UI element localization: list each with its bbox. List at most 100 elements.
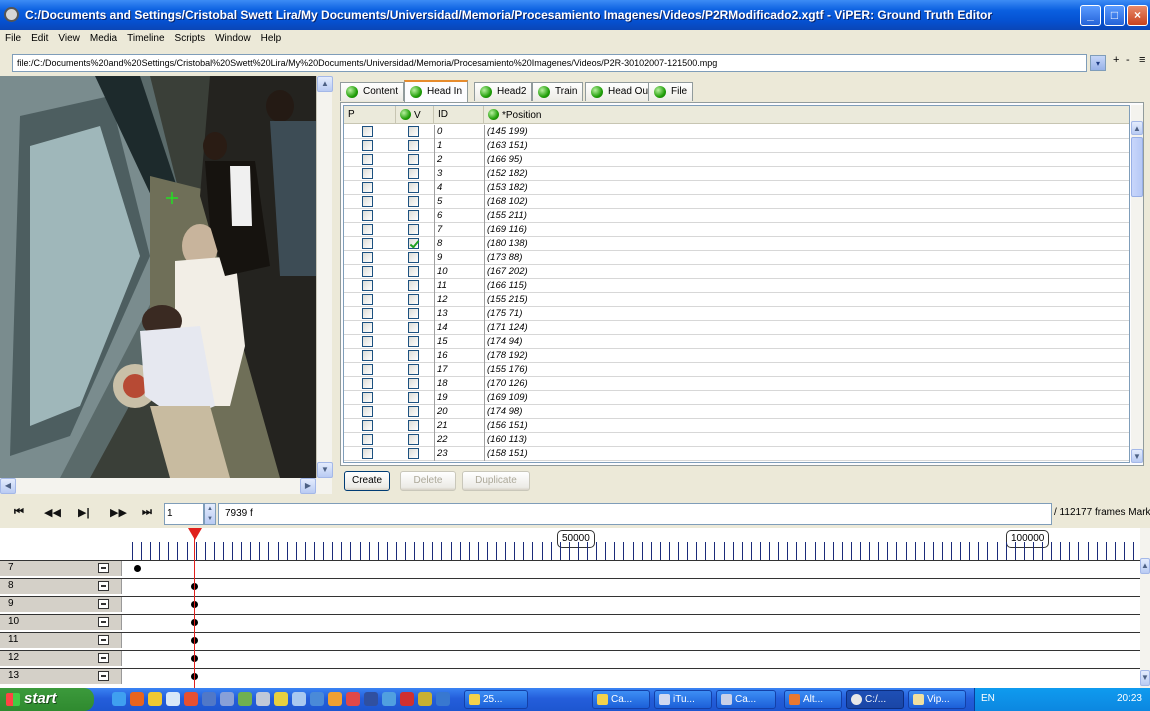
- taskbar-task-7[interactable]: Vip...: [908, 690, 966, 709]
- p-checkbox[interactable]: [362, 266, 373, 277]
- collapse-track-icon[interactable]: [98, 563, 109, 573]
- tab-content[interactable]: Content: [340, 82, 405, 101]
- p-checkbox[interactable]: [362, 322, 373, 333]
- collapse-track-icon[interactable]: [98, 671, 109, 681]
- column-header-p[interactable]: P: [344, 106, 396, 124]
- p-checkbox[interactable]: [362, 252, 373, 263]
- v-checkbox[interactable]: [408, 168, 419, 179]
- table-row[interactable]: 19 (169 109): [344, 391, 1129, 405]
- scroll-up-icon[interactable]: ▲: [1131, 121, 1143, 135]
- v-checkbox[interactable]: [408, 378, 419, 389]
- app-icon[interactable]: [274, 692, 288, 706]
- collapse-track-icon[interactable]: [98, 653, 109, 663]
- v-checkbox[interactable]: [408, 350, 419, 361]
- taskbar-task-6[interactable]: C:/...: [846, 690, 904, 709]
- column-header-id[interactable]: ID: [434, 106, 484, 124]
- app-icon[interactable]: [238, 692, 252, 706]
- table-row[interactable]: 2 (166 95): [344, 153, 1129, 167]
- p-checkbox[interactable]: [362, 448, 373, 459]
- v-checkbox[interactable]: [408, 406, 419, 417]
- p-checkbox[interactable]: [362, 364, 373, 375]
- app-icon[interactable]: [436, 692, 450, 706]
- table-row[interactable]: 18 (170 126): [344, 377, 1129, 391]
- v-checkbox[interactable]: [408, 364, 419, 375]
- table-row[interactable]: 12 (155 215): [344, 293, 1129, 307]
- table-row[interactable]: 7 (169 116): [344, 223, 1129, 237]
- v-checkbox[interactable]: [408, 238, 419, 249]
- app-icon[interactable]: [364, 692, 378, 706]
- p-checkbox[interactable]: [362, 154, 373, 165]
- scroll-up-icon[interactable]: ▲: [1140, 558, 1150, 574]
- app-icon[interactable]: [292, 692, 306, 706]
- table-row[interactable]: 10 (167 202): [344, 265, 1129, 279]
- app-icon[interactable]: [202, 692, 216, 706]
- p-checkbox[interactable]: [362, 126, 373, 137]
- close-button[interactable]: ×: [1127, 5, 1148, 26]
- app-icon[interactable]: [400, 692, 414, 706]
- v-checkbox[interactable]: [408, 210, 419, 221]
- video-frame[interactable]: [0, 76, 316, 478]
- menu-window[interactable]: Window: [210, 30, 256, 44]
- p-checkbox[interactable]: [362, 224, 373, 235]
- v-checkbox[interactable]: [408, 294, 419, 305]
- p-checkbox[interactable]: [362, 196, 373, 207]
- step-forward-button[interactable]: ▶|: [78, 506, 90, 519]
- app-icon[interactable]: [346, 692, 360, 706]
- v-checkbox[interactable]: [408, 126, 419, 137]
- tab-head-out[interactable]: Head Out: [585, 82, 657, 101]
- menu-media[interactable]: Media: [85, 30, 122, 44]
- v-checkbox[interactable]: [408, 322, 419, 333]
- menu-scripts[interactable]: Scripts: [170, 30, 211, 44]
- table-row[interactable]: 16 (178 192): [344, 349, 1129, 363]
- tab-train[interactable]: Train: [532, 82, 584, 101]
- p-checkbox[interactable]: [362, 168, 373, 179]
- table-row[interactable]: 21 (156 151): [344, 419, 1129, 433]
- p-checkbox[interactable]: [362, 308, 373, 319]
- scroll-up-icon[interactable]: ▲: [317, 76, 333, 92]
- taskbar-task-3[interactable]: iTu...: [654, 690, 712, 709]
- timeline-track-row[interactable]: 10: [0, 614, 1140, 630]
- media-url-field[interactable]: file:/C:/Documents%20and%20Settings/Cris…: [12, 54, 1087, 72]
- more-menu-icon[interactable]: ≡: [1139, 54, 1145, 66]
- maximize-button[interactable]: □: [1104, 5, 1125, 26]
- title-bar[interactable]: C:/Documents and Settings/Cristobal Swet…: [0, 0, 1150, 30]
- duplicate-button[interactable]: Duplicate: [462, 471, 530, 491]
- p-checkbox[interactable]: [362, 280, 373, 291]
- timeline-track-row[interactable]: 11: [0, 632, 1140, 648]
- app-icon[interactable]: [166, 692, 180, 706]
- p-checkbox[interactable]: [362, 294, 373, 305]
- table-row[interactable]: 17 (155 176): [344, 363, 1129, 377]
- zoom-out-button[interactable]: -: [1126, 54, 1130, 66]
- v-checkbox[interactable]: [408, 182, 419, 193]
- taskbar-task-5[interactable]: Alt...: [784, 690, 842, 709]
- v-checkbox[interactable]: [408, 154, 419, 165]
- collapse-track-icon[interactable]: [98, 617, 109, 627]
- v-checkbox[interactable]: [408, 420, 419, 431]
- menu-file[interactable]: File: [0, 30, 26, 44]
- table-row[interactable]: 0 (145 199): [344, 125, 1129, 139]
- collapse-track-icon[interactable]: [98, 635, 109, 645]
- collapse-track-icon[interactable]: [98, 581, 109, 591]
- menu-help[interactable]: Help: [256, 30, 287, 44]
- fast-forward-button[interactable]: ▶▶: [110, 506, 127, 519]
- app-icon[interactable]: [148, 692, 162, 706]
- timeline-track-row[interactable]: 8: [0, 578, 1140, 594]
- timeline-track-row[interactable]: 7: [0, 560, 1140, 576]
- table-scrollbar[interactable]: ▲ ▼: [1131, 105, 1143, 463]
- p-checkbox[interactable]: [362, 350, 373, 361]
- scroll-thumb[interactable]: [1131, 137, 1143, 197]
- url-dropdown-button[interactable]: ▾: [1090, 55, 1106, 71]
- table-row[interactable]: 1 (163 151): [344, 139, 1129, 153]
- firefox-icon[interactable]: [130, 692, 144, 706]
- p-checkbox[interactable]: [362, 392, 373, 403]
- v-checkbox[interactable]: [408, 392, 419, 403]
- v-checkbox[interactable]: [408, 224, 419, 235]
- video-horizontal-scrollbar[interactable]: ◀ ▶: [0, 478, 332, 494]
- timeline-ruler[interactable]: 50000 100000: [0, 528, 1140, 560]
- current-frame-field[interactable]: 7939 f: [218, 503, 1052, 525]
- taskbar-task-1[interactable]: 25...: [464, 690, 528, 709]
- p-checkbox[interactable]: [362, 140, 373, 151]
- first-frame-button[interactable]: ⏮: [14, 506, 24, 519]
- table-row[interactable]: 8 (180 138): [344, 237, 1129, 251]
- timeline-track-row[interactable]: 9: [0, 596, 1140, 612]
